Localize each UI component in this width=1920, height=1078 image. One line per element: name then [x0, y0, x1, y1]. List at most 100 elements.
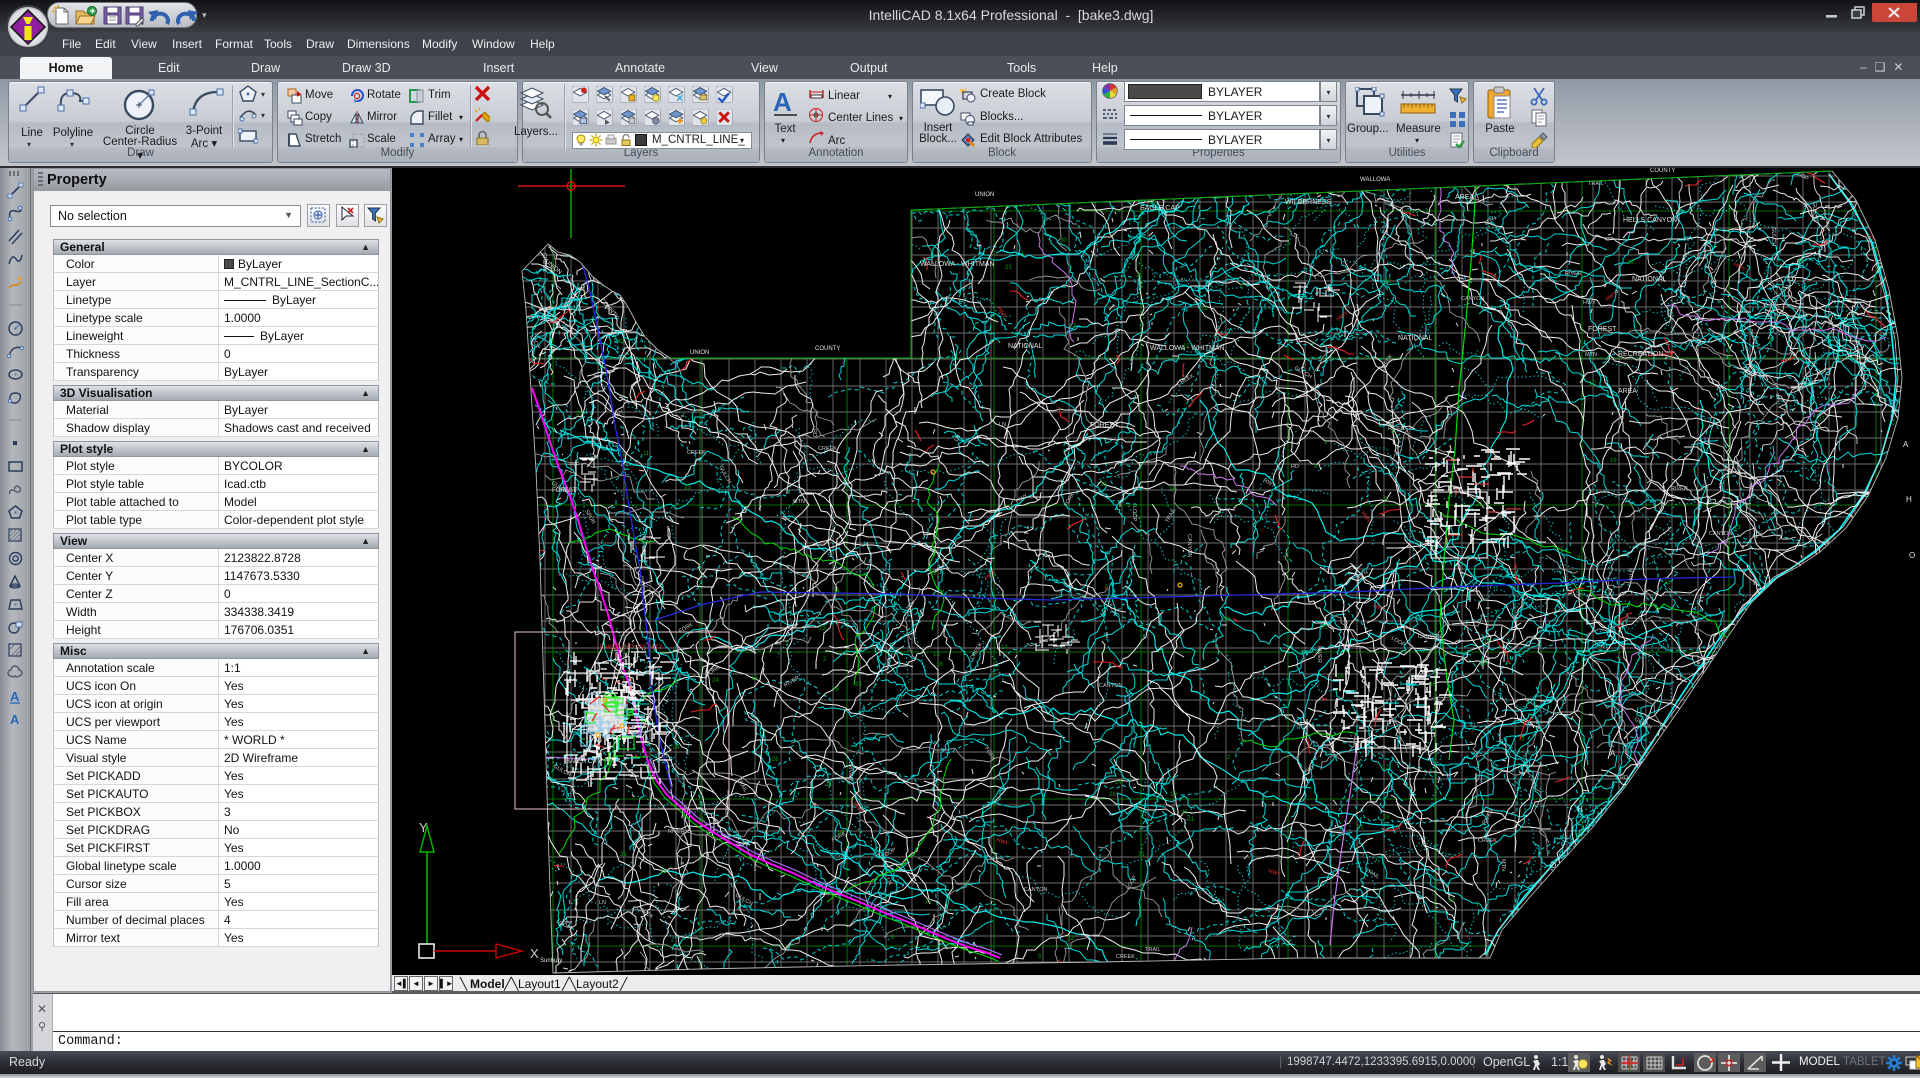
svg-text:22: 22: [1321, 625, 1328, 631]
svg-text:RIVER: RIVER: [1565, 271, 1582, 277]
svg-text:29: 29: [1627, 260, 1634, 266]
svg-text:13: 13: [1734, 525, 1741, 531]
svg-text:CANYON: CANYON: [1461, 296, 1485, 302]
svg-text:RIVER: RIVER: [847, 764, 853, 781]
svg-text:H: H: [1906, 495, 1912, 504]
svg-text:MTN: MTN: [1585, 352, 1597, 358]
svg-text:I: I: [1753, 578, 1755, 587]
svg-text:17: 17: [1069, 324, 1076, 330]
svg-text:CREEK: CREEK: [1116, 954, 1135, 960]
svg-text:EAGLE CAP: EAGLE CAP: [1140, 205, 1180, 212]
svg-text:WALLOWA: WALLOWA: [1360, 177, 1390, 183]
svg-text:RIVER: RIVER: [668, 829, 685, 835]
svg-text:16: 16: [1337, 674, 1344, 680]
svg-text:12: 12: [1382, 765, 1389, 771]
svg-text:UNION: UNION: [975, 192, 994, 198]
svg-text:26: 26: [772, 757, 779, 763]
svg-text:A: A: [1903, 440, 1909, 449]
svg-text:31: 31: [1138, 852, 1145, 858]
svg-text:MTN: MTN: [793, 499, 805, 505]
svg-text:22: 22: [1664, 580, 1671, 586]
svg-text:Y: Y: [419, 820, 428, 835]
svg-text:TRAIL: TRAIL: [1145, 947, 1161, 953]
svg-text:12: 12: [751, 676, 758, 682]
svg-text:36: 36: [1429, 682, 1436, 688]
svg-text:17: 17: [1484, 639, 1491, 645]
svg-text:Sunbury: Sunbury: [540, 958, 562, 964]
svg-text:32: 32: [1448, 898, 1455, 904]
svg-text:CANYON: CANYON: [1024, 887, 1048, 893]
svg-text:19: 19: [1610, 458, 1617, 464]
svg-text:21: 21: [925, 899, 932, 905]
svg-text:23: 23: [819, 626, 826, 632]
svg-text:FOREST: FOREST: [1588, 326, 1617, 333]
svg-text:O: O: [1909, 551, 1915, 560]
svg-text:O: O: [1550, 861, 1556, 870]
svg-text:LOOP: LOOP: [1131, 506, 1137, 522]
svg-text:CANYON: CANYON: [1709, 531, 1733, 537]
svg-text:21: 21: [1136, 273, 1143, 279]
svg-text:36: 36: [1447, 477, 1454, 483]
svg-text:NATIONAL: NATIONAL: [1398, 335, 1433, 342]
svg-text:RIVER: RIVER: [1388, 426, 1405, 432]
svg-text:10: 10: [1170, 792, 1177, 798]
svg-text:RIVER: RIVER: [1671, 486, 1688, 492]
svg-text:COUNTY: COUNTY: [1650, 168, 1675, 174]
svg-text:33: 33: [1224, 617, 1231, 623]
svg-text:34: 34: [833, 589, 840, 595]
svg-text:11: 11: [643, 451, 650, 457]
svg-text:AREA: AREA: [1618, 388, 1637, 395]
svg-text:MTN: MTN: [1500, 859, 1506, 871]
svg-text:15: 15: [660, 869, 667, 875]
svg-text:24: 24: [712, 678, 719, 684]
svg-text:LN: LN: [599, 900, 606, 906]
svg-text:H: H: [1577, 805, 1583, 814]
svg-text:A: A: [773, 87, 792, 117]
svg-text:GULCH: GULCH: [1770, 227, 1776, 246]
svg-text:WALLOWA - WHITMAN: WALLOWA - WHITMAN: [920, 261, 995, 268]
svg-text:CANYON: CANYON: [1099, 683, 1123, 689]
svg-text:CREEK: CREEK: [687, 450, 706, 456]
svg-text:26: 26: [832, 687, 839, 693]
svg-text:CREEK: CREEK: [1478, 838, 1497, 844]
svg-text:33: 33: [1100, 482, 1107, 488]
svg-text:FOREST: FOREST: [552, 488, 577, 494]
svg-text:14: 14: [1115, 780, 1122, 786]
svg-text:AREA: AREA: [1455, 194, 1474, 201]
svg-text:18: 18: [936, 662, 943, 668]
svg-text:RD: RD: [1291, 464, 1299, 470]
svg-text:26: 26: [1109, 792, 1116, 798]
svg-text:D: D: [1676, 673, 1682, 682]
svg-text:CREEK: CREEK: [818, 446, 837, 452]
svg-text:BAKER CITY: BAKER CITY: [566, 759, 602, 765]
svg-text:22: 22: [1201, 306, 1208, 312]
svg-text:27: 27: [1818, 417, 1825, 423]
svg-text:11: 11: [826, 782, 833, 788]
svg-text:TRAIL: TRAIL: [1588, 181, 1604, 187]
svg-text:20: 20: [576, 411, 583, 417]
svg-text:13: 13: [933, 652, 940, 658]
svg-text:CANYON: CANYON: [1186, 534, 1192, 558]
svg-text:12: 12: [1067, 936, 1074, 942]
svg-text:23: 23: [855, 682, 862, 688]
svg-text:28: 28: [1383, 815, 1390, 821]
svg-text:X: X: [530, 946, 539, 961]
svg-text:33: 33: [684, 485, 691, 491]
svg-text:RD: RD: [811, 429, 817, 437]
svg-text:31: 31: [1357, 825, 1364, 831]
svg-text:D: D: [1896, 385, 1902, 394]
svg-text:A: A: [1610, 749, 1616, 758]
svg-text:LN: LN: [999, 422, 1006, 428]
svg-text:NATIONAL: NATIONAL: [1632, 276, 1667, 283]
svg-text:17: 17: [644, 614, 651, 620]
svg-text:18: 18: [1384, 279, 1391, 285]
svg-text:RECREATION: RECREATION: [1618, 351, 1663, 358]
svg-text:20: 20: [1480, 661, 1487, 667]
svg-text:30: 30: [1060, 238, 1067, 244]
svg-text:COUNTY: COUNTY: [815, 346, 840, 352]
svg-text:10: 10: [1589, 381, 1596, 387]
svg-text:GULCH: GULCH: [1811, 202, 1817, 221]
svg-text:35: 35: [930, 571, 937, 577]
svg-text:NATIONAL: NATIONAL: [1008, 343, 1043, 350]
svg-text:MTN: MTN: [1627, 568, 1633, 580]
